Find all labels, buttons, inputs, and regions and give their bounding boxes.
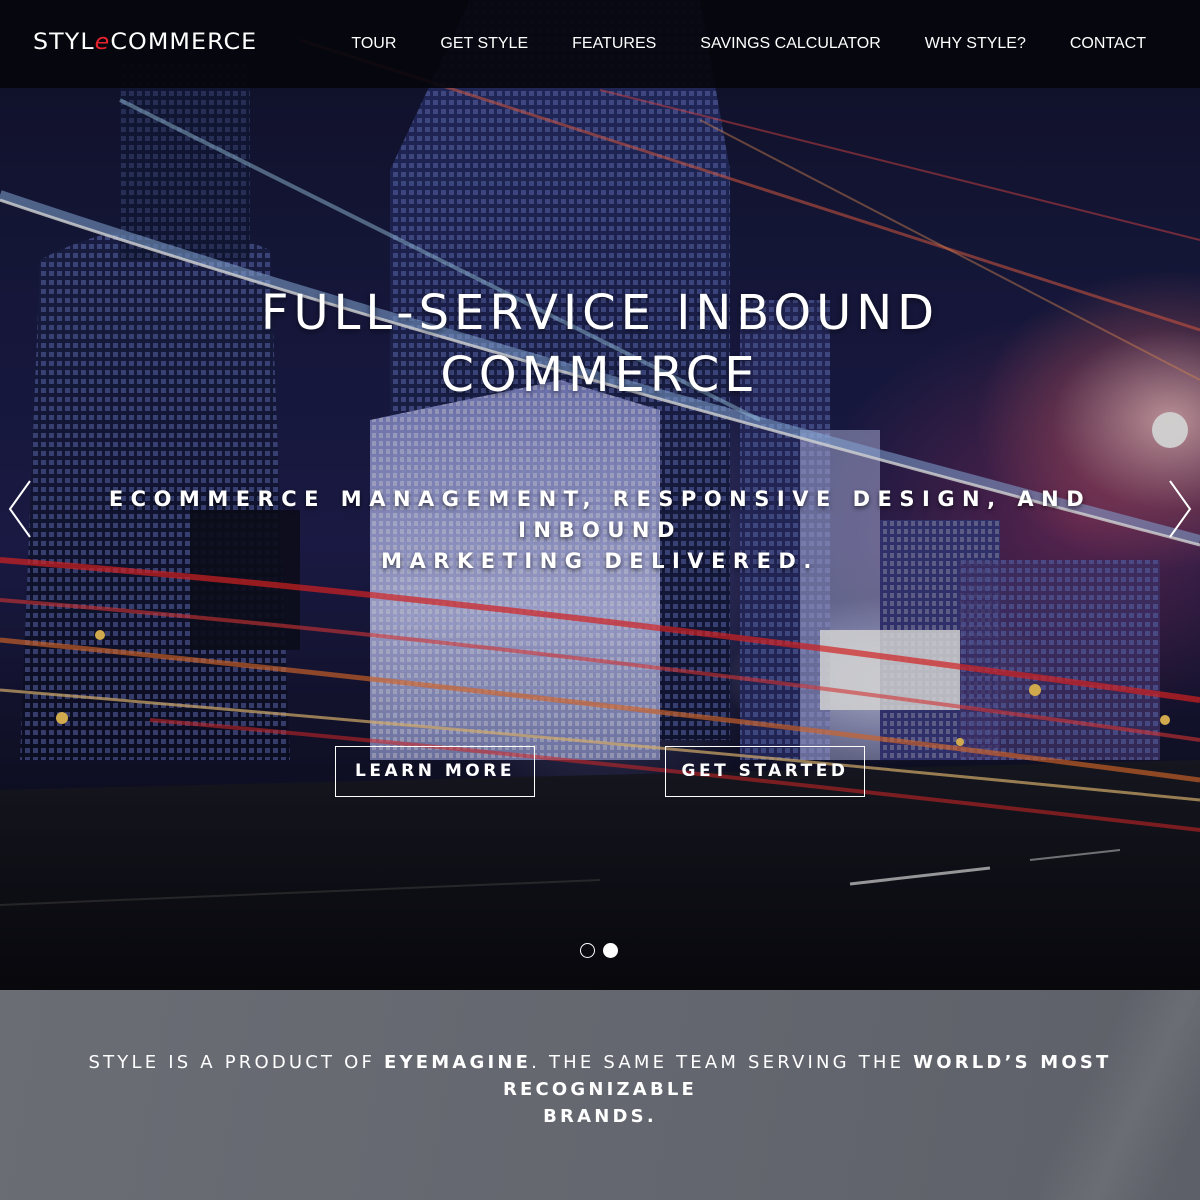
about-text-bold-2: BRANDS.: [543, 1106, 657, 1127]
nav-item-contact[interactable]: CONTACT: [1070, 35, 1146, 53]
nav-item-tour[interactable]: TOUR: [351, 35, 396, 53]
get-started-button[interactable]: GET STARTED: [665, 746, 865, 797]
hero-title-line2: COMMERCE: [440, 347, 760, 403]
top-navigation-bar: STYLeCOMMERCE TOUR GET STYLE FEATURES SA…: [0, 0, 1200, 88]
nav-item-features[interactable]: FEATURES: [572, 35, 656, 53]
about-text-2: . THE SAME TEAM SERVING THE: [531, 1052, 914, 1073]
nav-item-why-style[interactable]: WHY STYLE?: [925, 35, 1026, 53]
learn-more-button[interactable]: LEARN MORE: [335, 746, 535, 797]
logo-accent: e: [94, 30, 111, 55]
logo-suffix: COMMERCE: [110, 30, 258, 55]
hero-title-line1: FULL-SERVICE INBOUND: [260, 285, 940, 341]
carousel-dot-1[interactable]: [580, 943, 595, 958]
carousel-prev-button[interactable]: [4, 478, 34, 540]
nav-item-savings-calculator[interactable]: SAVINGS CALCULATOR: [700, 35, 881, 53]
main-menu: TOUR GET STYLE FEATURES SAVINGS CALCULAT…: [351, 0, 1200, 88]
nav-item-get-style[interactable]: GET STYLE: [440, 35, 528, 53]
hero-title: FULL-SERVICE INBOUND COMMERCE: [100, 282, 1100, 406]
hero-subtitle-line1: ECOMMERCE MANAGEMENT, RESPONSIVE DESIGN,…: [108, 487, 1092, 542]
hero-subtitle-line2: MARKETING DELIVERED.: [381, 549, 819, 573]
hero-subtitle: ECOMMERCE MANAGEMENT, RESPONSIVE DESIGN,…: [30, 484, 1170, 577]
style-ecommerce-logo[interactable]: STYLeCOMMERCE: [33, 30, 257, 55]
eyemagine-link[interactable]: EYEMAGINE: [384, 1052, 531, 1073]
carousel-next-button[interactable]: [1166, 478, 1196, 540]
logo-prefix: STYL: [33, 30, 95, 55]
about-statement: STYLE IS A PRODUCT OF EYEMAGINE. THE SAM…: [10, 1049, 1190, 1130]
about-text-1: STYLE IS A PRODUCT OF: [88, 1052, 385, 1073]
about-band: STYLE IS A PRODUCT OF EYEMAGINE. THE SAM…: [0, 990, 1200, 1200]
chevron-left-icon: [8, 480, 31, 538]
chevron-right-icon: [1169, 480, 1192, 538]
carousel-dot-2[interactable]: [603, 943, 618, 958]
carousel-pagination: [580, 943, 618, 958]
